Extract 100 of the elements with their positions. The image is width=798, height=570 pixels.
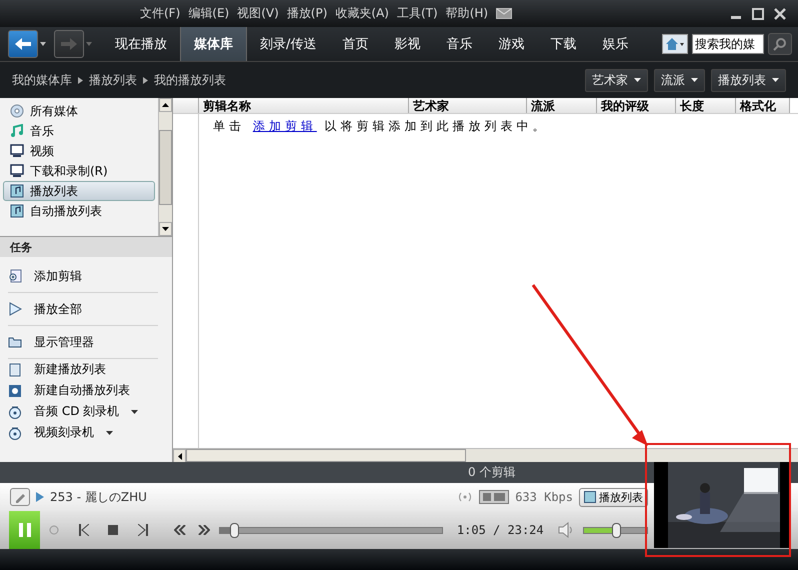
scroll-thumb[interactable] [159, 130, 172, 204]
folder-icon [8, 335, 22, 349]
rewind-icon [174, 525, 186, 535]
next-icon [138, 524, 148, 536]
fast-forward-icon [198, 525, 210, 535]
column-header[interactable]: 长度 [676, 98, 736, 113]
library-item[interactable]: 视频 [3, 141, 155, 161]
search-button[interactable] [768, 33, 792, 55]
chevron-icon [143, 76, 148, 84]
task-item[interactable]: 播放全部 [8, 293, 158, 326]
mail-icon[interactable] [496, 8, 512, 19]
library-item[interactable]: 自动播放列表 [3, 201, 155, 221]
volume-handle[interactable] [612, 522, 621, 538]
forward-arrow-icon [60, 37, 78, 51]
caret-icon [691, 78, 698, 82]
up-caret-icon [162, 103, 169, 107]
column-header[interactable]: 流派 [527, 98, 597, 113]
add-clip-link[interactable]: 添加剪辑 [252, 119, 317, 133]
nav-tab[interactable]: 游戏 [485, 27, 538, 61]
library-item[interactable]: 所有媒体 [3, 101, 155, 121]
caret-icon [131, 410, 138, 414]
scroll-down-button[interactable] [159, 222, 172, 236]
record-icon [49, 525, 60, 535]
filter-dropdown[interactable]: 流派 [654, 68, 705, 92]
edit-button[interactable] [10, 488, 30, 506]
column-header[interactable]: 剪辑名称 [199, 98, 409, 113]
menu-item[interactable]: 编辑(E) [188, 5, 230, 22]
caret-icon [634, 78, 641, 82]
task-item[interactable]: 视频刻录机 [8, 422, 158, 443]
nav-tab[interactable]: 影视 [381, 27, 434, 61]
monitor-icon [10, 164, 24, 178]
playlist-button[interactable]: 播放列表 [579, 488, 648, 506]
task-item[interactable]: 添加剪辑 [8, 260, 158, 293]
menu-item[interactable]: 播放(P) [286, 5, 328, 22]
nav-tab[interactable]: 娱乐 [589, 27, 642, 61]
search-icon [773, 37, 787, 51]
left-caret-icon [178, 452, 182, 460]
task-item[interactable]: 新建播放列表 [8, 359, 158, 380]
column-header[interactable]: 我的评级 [597, 98, 676, 113]
audio-effect-icon[interactable] [479, 490, 510, 504]
task-item[interactable]: 音频 CD 刻录机 [8, 401, 158, 422]
library-item[interactable]: 音乐 [3, 121, 155, 141]
caret-icon [162, 227, 169, 231]
scroll-thumb[interactable] [186, 449, 466, 462]
section-header: 任务 [0, 237, 172, 257]
add-clip-icon [8, 269, 22, 283]
playlist-icon [10, 204, 24, 218]
search-field[interactable]: 搜索我的媒 [692, 34, 764, 54]
chevron-icon [78, 76, 83, 84]
play-icon [8, 302, 22, 316]
menu-item[interactable]: 帮助(H) [446, 5, 488, 22]
monitor-icon [10, 144, 24, 158]
nav-tab[interactable]: 首页 [329, 27, 382, 61]
disc-burner-icon [8, 404, 22, 418]
blank-page-icon [8, 362, 22, 376]
pause-button[interactable] [9, 511, 40, 549]
library-item[interactable]: 下载和录制(R) [3, 161, 155, 181]
seek-handle[interactable] [230, 522, 239, 538]
back-button[interactable] [8, 30, 38, 58]
scroll-left-button[interactable] [173, 449, 186, 463]
music-note-icon [10, 124, 24, 138]
breadcrumb-item[interactable]: 我的播放列表 [154, 72, 226, 88]
maximize-icon[interactable] [752, 8, 764, 20]
column-header [173, 98, 199, 113]
library-item[interactable]: 播放列表 [3, 181, 155, 201]
disc-icon [10, 104, 24, 118]
breadcrumb-item[interactable]: 播放列表 [89, 72, 137, 88]
column-header[interactable]: 格式化 [736, 98, 790, 113]
disc-burner-icon [8, 426, 22, 440]
nav-tab[interactable]: 现在播放 [102, 27, 180, 61]
scroll-up-button[interactable] [159, 98, 172, 112]
empty-message: 单击 添加剪辑 以将剪辑添加到此播放列表中。 [212, 118, 549, 135]
caret-icon[interactable] [40, 42, 46, 46]
filter-dropdown[interactable]: 播放列表 [711, 68, 786, 92]
signal-icon [457, 492, 474, 502]
caret-icon [106, 430, 113, 434]
previous-icon [78, 524, 89, 536]
nav-tab[interactable]: 媒体库 [180, 27, 247, 61]
play-indicator-icon [36, 492, 44, 502]
filter-dropdown[interactable]: 艺术家 [585, 68, 648, 92]
task-item[interactable]: 显示管理器 [8, 326, 158, 359]
playback-time: 1:05 / 23:24 [456, 523, 544, 537]
stop-icon [108, 525, 118, 535]
nav-tab[interactable]: 下载 [537, 27, 590, 61]
nav-tab[interactable]: 刻录/传送 [247, 27, 330, 61]
close-icon[interactable] [774, 8, 786, 20]
menu-item[interactable]: 收藏夹(A) [335, 5, 389, 22]
column-header[interactable]: 艺术家 [409, 98, 527, 113]
playlist-icon [584, 491, 596, 503]
home-button[interactable] [662, 34, 688, 54]
menu-item[interactable]: 文件(F) [140, 5, 180, 22]
pencil-icon [14, 491, 26, 503]
nav-tab[interactable]: 音乐 [433, 27, 486, 61]
menu-item[interactable]: 工具(T) [396, 5, 438, 22]
menu-item[interactable]: 视图(V) [237, 5, 279, 22]
task-item[interactable]: 新建自动播放列表 [8, 380, 158, 401]
forward-button[interactable] [54, 30, 84, 58]
breadcrumb-item[interactable]: 我的媒体库 [12, 72, 72, 88]
bitrate-label: 633 Kbps [515, 490, 573, 504]
track-title: 253 - 麗しのZHU [50, 488, 147, 506]
